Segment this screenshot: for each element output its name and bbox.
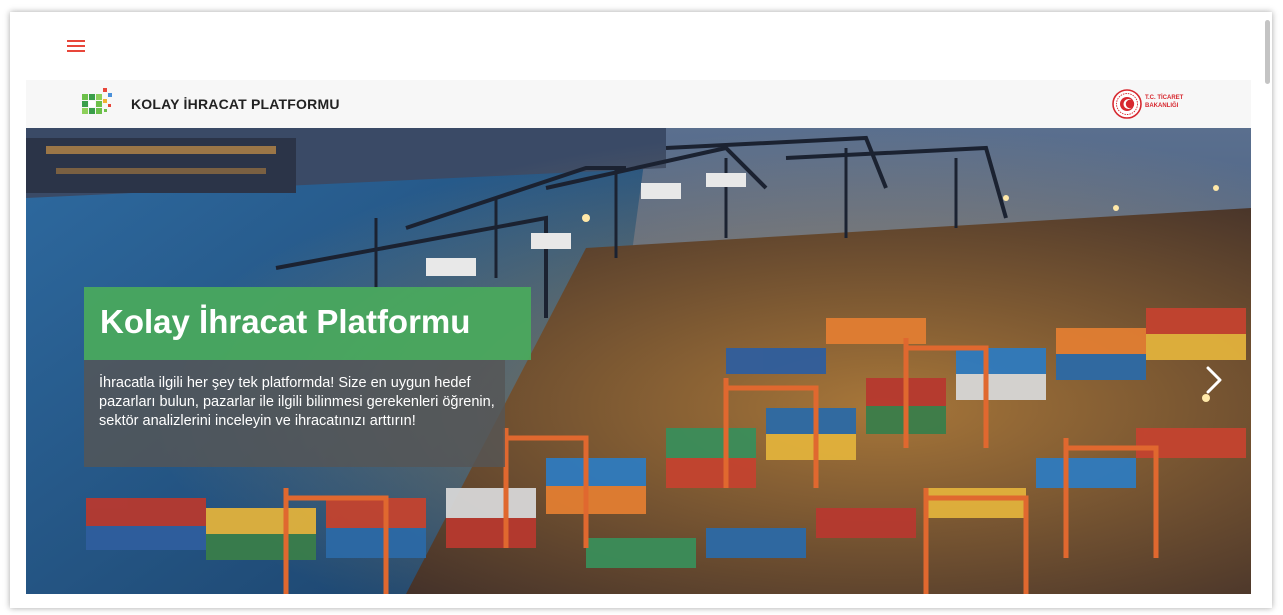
scrollbar[interactable] (1265, 20, 1270, 84)
hero-title: Kolay İhracat Platformu (100, 303, 471, 340)
ministry-label-line1: T.C. TİCARET (1145, 95, 1184, 101)
hero-description-box: İhracatla ilgili her şey tek platformda!… (84, 360, 505, 467)
ministry-seal-icon (1112, 89, 1142, 119)
ministry-logo[interactable]: T.C. TİCARET BAKANLIĞI (1112, 88, 1192, 120)
chevron-right-icon[interactable] (1200, 360, 1228, 400)
ministry-label-line2: BAKANLIĞI (1145, 103, 1179, 109)
kip-logo-icon[interactable] (82, 88, 116, 120)
hero-description: İhracatla ilgili her şey tek platformda!… (99, 375, 495, 429)
hero-slider: Kolay İhracat Platformu İhracatla ilgili… (26, 128, 1251, 594)
hero-title-box: Kolay İhracat Platformu (84, 287, 531, 360)
ministry-label: T.C. TİCARET BAKANLIĞI (1145, 94, 1195, 110)
site-header: KOLAY İHRACAT PLATFORMU T.C. TİCARET BAK… (26, 80, 1251, 129)
browser-frame: KOLAY İHRACAT PLATFORMU T.C. TİCARET BAK… (10, 12, 1272, 608)
hamburger-menu-icon[interactable] (67, 40, 87, 54)
brand-name[interactable]: KOLAY İHRACAT PLATFORMU (131, 96, 340, 112)
